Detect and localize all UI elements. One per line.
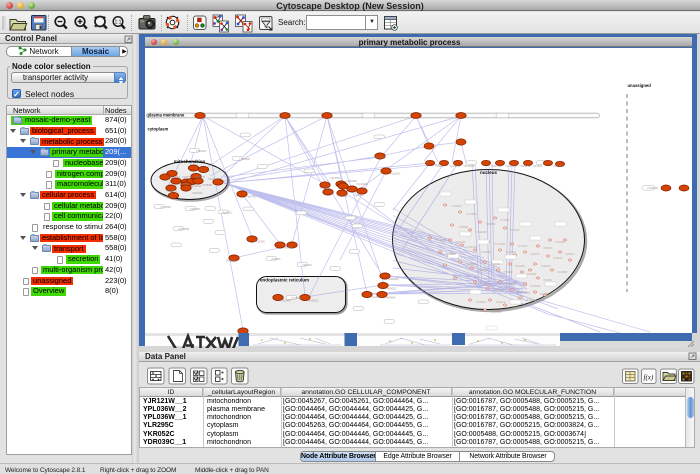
svg-text:Yil134W: Yil134W <box>281 299 291 303</box>
svg-text:Yfr045W: Yfr045W <box>503 271 513 274</box>
svg-text:Ydr194C: Ydr194C <box>555 241 565 244</box>
svg-text:Yil006W: Yil006W <box>486 223 496 226</box>
svg-text:Ykl141W: Ykl141W <box>194 175 205 179</box>
svg-text:Ynl083W: Ynl083W <box>458 226 469 229</box>
svg-text:Ydl078C: Ydl078C <box>246 195 256 199</box>
svg-text:Yel006W: Yel006W <box>478 269 489 272</box>
svg-text:Ykl141W: Ykl141W <box>526 299 537 302</box>
svg-text:Yor130C: Yor130C <box>320 186 330 190</box>
svg-text:Yor100C: Yor100C <box>390 172 400 176</box>
svg-text:Ypl134C: Ypl134C <box>518 245 528 248</box>
svg-text:Ygr257C: Ygr257C <box>530 253 540 256</box>
svg-text:Ypl134C: Ypl134C <box>338 194 348 198</box>
svg-text:Ygl045W: Ygl045W <box>239 157 250 161</box>
svg-text:Ygr181W: Ygr181W <box>190 184 202 188</box>
svg-text:Ybr192W: Ybr192W <box>494 289 505 292</box>
svg-text:Ykl120W: Ykl120W <box>481 251 492 254</box>
svg-text:Ymr271C: Ymr271C <box>505 164 516 168</box>
svg-text:Yhr002W: Yhr002W <box>530 285 541 288</box>
svg-text:Yil134W: Yil134W <box>527 273 537 276</box>
svg-text:Ylr168C: Ylr168C <box>533 164 543 168</box>
svg-text:Yor222W: Yor222W <box>254 240 265 244</box>
svg-text:Ymr287C: Ymr287C <box>436 239 447 242</box>
svg-text:Ydr194C: Ydr194C <box>192 191 203 195</box>
svg-text:Ykr052C: Ykr052C <box>565 253 575 256</box>
svg-text:Ydr034C: Ydr034C <box>476 301 486 304</box>
svg-text:Yhr002W: Yhr002W <box>519 164 531 168</box>
svg-text:Yor222W: Yor222W <box>476 231 487 234</box>
svg-text:Ybr192W: Ybr192W <box>463 164 475 168</box>
svg-text:Yjl133W: Yjl133W <box>468 246 478 249</box>
svg-text:Ynl083W: Ynl083W <box>647 186 658 190</box>
svg-text:Ypr011C: Ypr011C <box>170 175 180 179</box>
svg-text:Ypl270W: Ypl270W <box>491 164 502 168</box>
svg-text:Ydl119C: Ydl119C <box>302 263 312 267</box>
svg-text:Ypr011C: Ypr011C <box>496 301 506 304</box>
svg-text:Ydl138W: Ydl138W <box>553 164 564 168</box>
svg-text:Ypl270W: Ypl270W <box>506 283 517 286</box>
svg-text:Ylr348C: Ylr348C <box>271 257 281 261</box>
svg-text:Yer053C: Yer053C <box>308 299 318 303</box>
svg-text:Ydl138W: Ydl138W <box>557 271 568 274</box>
svg-text:Ygr181W: Ygr181W <box>455 241 466 244</box>
svg-text:Ybr291C: Ybr291C <box>500 219 510 222</box>
svg-text:Ybr291C: Ybr291C <box>375 156 386 160</box>
svg-text:Ydr470C: Ydr470C <box>178 182 189 186</box>
svg-text:Ymr287C: Ymr287C <box>166 189 177 193</box>
svg-text:Ykr052C: Ykr052C <box>208 177 219 181</box>
svg-text:Ynl003C: Ynl003C <box>491 263 501 266</box>
svg-text:Yor130C: Yor130C <box>506 251 516 254</box>
svg-text:Ydl198C: Ydl198C <box>190 207 200 211</box>
svg-text:Ymr166C: Ymr166C <box>291 296 302 300</box>
svg-text:endoplasmic reticulum: endoplasmic reticulum <box>260 278 309 283</box>
svg-text:cytoplasm: cytoplasm <box>148 127 169 132</box>
svg-text:Ygr257C: Ygr257C <box>354 193 365 197</box>
svg-text:Ygr096W: Ygr096W <box>481 283 492 286</box>
svg-text:Ymr241W: Ymr241W <box>356 182 368 186</box>
svg-text:Yor356W: Yor356W <box>466 263 477 266</box>
svg-text:Yjl133W: Yjl133W <box>330 176 340 180</box>
svg-text:f(x): f(x) <box>644 374 654 382</box>
svg-text:Ygr096W: Ygr096W <box>449 164 461 168</box>
svg-text:Ypr128C: Ypr128C <box>370 295 380 299</box>
svg-text:Ynl003C: Ynl003C <box>386 287 396 291</box>
svg-text:plasma membrane: plasma membrane <box>148 113 185 118</box>
svg-text:Yjr077C: Yjr077C <box>182 175 192 179</box>
svg-text:Ylr393W: Ylr393W <box>446 253 456 256</box>
svg-text:mitochondrion: mitochondrion <box>174 159 206 164</box>
svg-text:Ylr168C: Ylr168C <box>543 279 552 282</box>
svg-text:Ymr056C: Ymr056C <box>160 205 171 209</box>
svg-text:1:1: 1:1 <box>115 20 122 26</box>
svg-text:Yel006W: Yel006W <box>388 277 399 281</box>
svg-text:Ybr085W: Ybr085W <box>178 227 190 231</box>
svg-text:Ylr393W: Ylr393W <box>202 183 213 187</box>
svg-text:unassigned: unassigned <box>628 83 652 88</box>
svg-text:Ydl119C: Ydl119C <box>452 205 462 208</box>
svg-text:Ynl121C: Ynl121C <box>553 257 563 260</box>
svg-text:Ypr021C: Ypr021C <box>222 210 232 214</box>
svg-text:Yfr045W: Yfr045W <box>385 296 396 300</box>
svg-text:Yor100C: Yor100C <box>510 229 520 232</box>
svg-text:Ymr241W: Ymr241W <box>494 243 506 246</box>
svg-text:Ygl045W: Ygl045W <box>491 311 502 314</box>
svg-text:Ynl121C: Ynl121C <box>435 164 445 168</box>
svg-text:Yil006W: Yil006W <box>283 246 293 250</box>
svg-text:Ydl078C: Ydl078C <box>543 247 553 250</box>
svg-text:Ymr166C: Ymr166C <box>466 213 477 216</box>
svg-text:Yor356W: Yor356W <box>226 259 237 263</box>
svg-text:Yer053C: Yer053C <box>541 265 551 268</box>
svg-text:Ydr470C: Ydr470C <box>540 293 550 296</box>
svg-text:Ypr128C: Ypr128C <box>515 265 525 268</box>
svg-text:Yjr077C: Yjr077C <box>511 306 520 309</box>
svg-text:Ymr271C: Ymr271C <box>517 291 528 294</box>
svg-text:nucleus: nucleus <box>480 170 498 175</box>
svg-text:Ydr034C: Ydr034C <box>196 149 207 153</box>
